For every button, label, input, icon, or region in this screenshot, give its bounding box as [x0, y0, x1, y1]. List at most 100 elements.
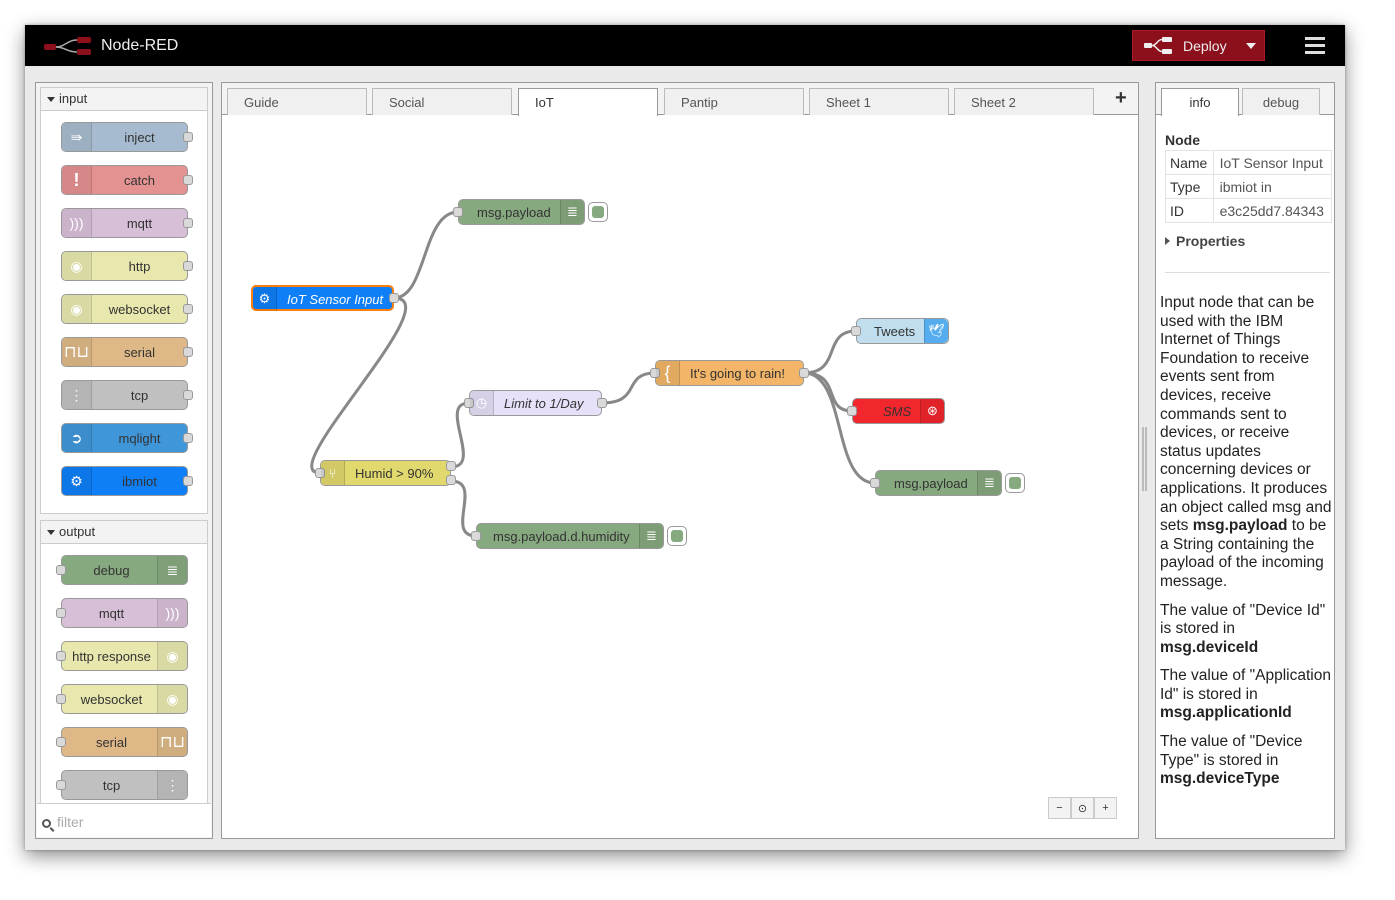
palette-node-serial-out[interactable]: serial ⊓⊔ — [56, 727, 188, 757]
node-label: msg.payload — [894, 476, 968, 491]
palette-node-label: http — [128, 259, 151, 274]
globe-icon: ◉ — [157, 685, 187, 713]
tab-sheet-1[interactable]: Sheet 1 — [809, 88, 949, 115]
properties-toggle[interactable]: Properties — [1165, 233, 1245, 249]
tab-sheet-2[interactable]: Sheet 2 — [954, 88, 1094, 115]
output-port[interactable] — [389, 293, 399, 303]
mqlight-icon: ➲ — [62, 424, 92, 452]
palette-node-tcp[interactable]: ⋮ tcp — [61, 380, 193, 410]
palette-output-body: debug ≣ mqtt ))) http response ◉ websock… — [40, 544, 208, 814]
tab-pantip[interactable]: Pantip — [664, 88, 804, 115]
flow-node-limit[interactable]: ◷ Limit to 1/Day — [464, 390, 607, 416]
debug-toggle-button[interactable] — [588, 202, 608, 222]
tab-iot[interactable]: IoT — [518, 88, 658, 116]
output-port[interactable] — [183, 132, 193, 142]
template-brace-icon: { — [656, 361, 680, 385]
filter-placeholder: filter — [57, 814, 84, 830]
palette-node-inject[interactable]: ⇛ inject — [61, 122, 193, 152]
input-port[interactable] — [870, 478, 880, 488]
workspace-tabs: Guide Social IoT Pantip Sheet 1 Sheet 2 … — [222, 83, 1138, 116]
palette-node-tcp-out[interactable]: tcp ⋮ — [56, 770, 188, 800]
input-port[interactable] — [471, 531, 481, 541]
output-port-2[interactable] — [446, 475, 456, 485]
flow-node-iot-sensor-input[interactable]: ⚙ IoT Sensor Input — [251, 285, 399, 311]
debug-icon: ≣ — [977, 471, 1001, 495]
palette-node-http-response[interactable]: http response ◉ — [56, 641, 188, 671]
flow-node-debug-right[interactable]: msg.payload ≣ — [870, 470, 1025, 496]
help-code: msg.deviceType — [1160, 770, 1280, 788]
palette-node-catch[interactable]: ! catch — [61, 165, 193, 195]
app-title: Node-RED — [101, 37, 179, 54]
ibmiot-icon: ⚙ — [62, 467, 92, 495]
flow-node-humid-switch[interactable]: ⑂ Humid > 90% — [315, 460, 456, 486]
zoom-out-icon[interactable]: − — [1048, 797, 1071, 819]
flow-node-twitter-out[interactable]: Tweets 🕊 — [851, 318, 949, 344]
deploy-button[interactable]: Deploy — [1132, 30, 1265, 61]
table-row: Type ibmiot in — [1165, 174, 1333, 199]
palette-node-debug[interactable]: debug ≣ — [56, 555, 188, 585]
node-label: SMS — [883, 404, 912, 419]
palette-node-mqtt[interactable]: ))) mqtt — [61, 208, 193, 238]
help-paragraph: The value of "Device Id" is stored in ms… — [1160, 602, 1332, 658]
palette-filter-input[interactable]: filter — [37, 803, 211, 837]
output-port[interactable] — [597, 398, 607, 408]
palette-node-websocket[interactable]: ◉ websocket — [61, 294, 193, 324]
timer-icon: ◷ — [470, 391, 494, 415]
flow-node-debug-top[interactable]: msg.payload ≣ — [453, 199, 608, 225]
sidebar-splitter[interactable] — [1142, 427, 1148, 491]
output-port[interactable] — [183, 433, 193, 443]
palette-node-label: websocket — [80, 692, 143, 707]
palette-node-websocket-out[interactable]: websocket ◉ — [56, 684, 188, 714]
flow-node-debug-humidity[interactable]: msg.payload.d.humidity ≣ — [471, 523, 687, 549]
tab-social[interactable]: Social — [372, 88, 512, 115]
bridge-icon: ))) — [62, 209, 92, 237]
output-port[interactable] — [183, 304, 193, 314]
flow-canvas[interactable]: msg.payload ≣ ⚙ IoT Sensor Input ◷ Limit… — [222, 115, 1138, 838]
collapse-triangle-icon — [47, 97, 55, 103]
tab-debug[interactable]: debug — [1242, 88, 1320, 115]
palette-category-input[interactable]: input — [40, 87, 208, 111]
output-port[interactable] — [799, 368, 809, 378]
collapse-triangle-icon — [47, 530, 55, 536]
debug-toggle-button[interactable] — [1005, 473, 1025, 493]
deploy-dropdown-icon[interactable] — [1246, 43, 1256, 49]
bridge-icon: ))) — [157, 599, 187, 627]
palette-node-label: ibmiot — [122, 474, 157, 489]
input-port[interactable] — [847, 406, 857, 416]
output-port[interactable] — [183, 261, 193, 271]
palette-node-serial[interactable]: ⊓⊔ serial — [61, 337, 193, 367]
palette-node-ibmiot[interactable]: ⚙ ibmiot — [61, 466, 193, 496]
debug-toggle-button[interactable] — [667, 526, 687, 546]
flow-node-template-rain[interactable]: { It's going to rain! — [650, 360, 809, 386]
tab-guide[interactable]: Guide — [227, 88, 367, 115]
zoom-reset-icon[interactable]: ⊙ — [1071, 797, 1094, 819]
input-port[interactable] — [453, 207, 463, 217]
help-paragraph: The value of "Device Type" is stored in … — [1160, 733, 1332, 789]
category-label: output — [59, 524, 96, 539]
twilio-icon: ⊛ — [920, 399, 944, 423]
node-label: Tweets — [874, 324, 916, 339]
output-port[interactable] — [183, 347, 193, 357]
output-port[interactable] — [183, 175, 193, 185]
input-port[interactable] — [851, 326, 861, 336]
output-port[interactable] — [183, 390, 193, 400]
palette-node-label: http response — [72, 649, 151, 664]
palette-category-output[interactable]: output — [40, 520, 208, 544]
zoom-in-icon[interactable]: + — [1094, 797, 1117, 819]
menu-hamburger-icon[interactable] — [1305, 37, 1325, 55]
output-port-1[interactable] — [446, 461, 456, 471]
palette-node-mqtt-out[interactable]: mqtt ))) — [56, 598, 188, 628]
output-port[interactable] — [183, 218, 193, 228]
palette-node-label: mqlight — [118, 431, 161, 446]
palette-node-mqlight[interactable]: ➲ mqlight — [61, 423, 193, 453]
globe-icon: ◉ — [157, 642, 187, 670]
properties-label: Properties — [1176, 233, 1246, 249]
output-port[interactable] — [183, 476, 193, 486]
node-label: IoT Sensor Input — [287, 292, 384, 307]
tab-info[interactable]: info — [1161, 88, 1239, 116]
add-tab-icon[interactable]: + — [1115, 87, 1127, 110]
twitter-bird-icon: 🕊 — [924, 319, 948, 343]
flow-node-sms[interactable]: SMS ⊛ — [847, 398, 945, 424]
palette-node-label: websocket — [108, 302, 171, 317]
palette-node-http[interactable]: ◉ http — [61, 251, 193, 281]
